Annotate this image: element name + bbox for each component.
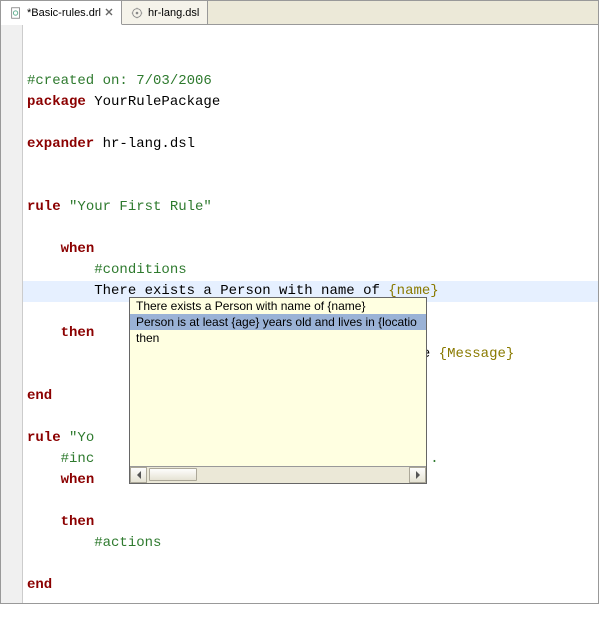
keyword-rule: rule bbox=[27, 430, 61, 446]
autocomplete-scrollbar bbox=[130, 466, 426, 483]
autocomplete-item[interactable]: Person is at least {age} years old and l… bbox=[130, 314, 426, 330]
tab-basic-rules[interactable]: *Basic-rules.drl bbox=[1, 1, 122, 25]
tab-bar: *Basic-rules.drl hr-lang.dsl bbox=[1, 1, 598, 25]
autocomplete-item[interactable]: There exists a Person with name of {name… bbox=[130, 298, 426, 314]
keyword-when: when bbox=[61, 241, 95, 257]
code-string: "Your First Rule" bbox=[61, 199, 212, 215]
code-comment: #inc bbox=[61, 451, 95, 467]
keyword-expander: expander bbox=[27, 136, 94, 152]
scroll-left-button[interactable] bbox=[130, 467, 147, 483]
code-template: {Message} bbox=[439, 346, 515, 362]
code-comment: #conditions bbox=[94, 262, 186, 278]
scroll-thumb[interactable] bbox=[149, 468, 197, 481]
keyword-rule: rule bbox=[27, 199, 61, 215]
dsl-file-icon bbox=[130, 6, 144, 20]
code-comment: #created on: 7/03/2006 bbox=[27, 73, 212, 89]
tab-label: *Basic-rules.drl bbox=[27, 7, 101, 19]
tab-hr-lang[interactable]: hr-lang.dsl bbox=[122, 1, 208, 24]
autocomplete-list: There exists a Person with name of {name… bbox=[130, 298, 426, 466]
autocomplete-popup: There exists a Person with name of {name… bbox=[129, 297, 427, 484]
keyword-then: then bbox=[61, 514, 95, 530]
tab-label: hr-lang.dsl bbox=[148, 7, 199, 19]
code-string: "Yo bbox=[61, 430, 95, 446]
code-ident: hr-lang.dsl bbox=[94, 136, 195, 152]
autocomplete-item[interactable]: then bbox=[130, 330, 426, 346]
keyword-package: package bbox=[27, 94, 86, 110]
keyword-then: then bbox=[61, 325, 95, 341]
keyword-end: end bbox=[27, 577, 52, 593]
code-comment: #actions bbox=[94, 535, 161, 551]
keyword-end: end bbox=[27, 388, 52, 404]
editor-ruler bbox=[1, 25, 23, 603]
scroll-right-button[interactable] bbox=[409, 467, 426, 483]
keyword-when: when bbox=[61, 472, 95, 488]
code-ident: YourRulePackage bbox=[86, 94, 220, 110]
scroll-track[interactable] bbox=[147, 467, 409, 483]
close-icon[interactable] bbox=[105, 7, 113, 19]
drl-file-icon bbox=[9, 6, 23, 20]
